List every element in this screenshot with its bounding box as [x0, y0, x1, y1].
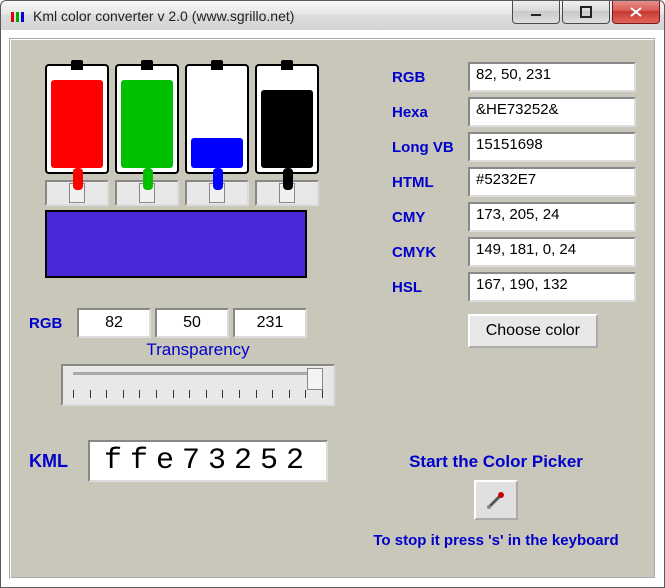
hexa-label: Hexa — [392, 97, 468, 127]
stop-picker-label: To stop it press 's' in the keyboard — [356, 532, 636, 549]
bottle-black — [255, 64, 319, 174]
fill-blue — [191, 138, 243, 168]
longvb-label: Long VB — [392, 132, 468, 162]
transparency-label: Transparency — [61, 340, 335, 360]
paint-bottles — [45, 64, 319, 278]
r-input[interactable]: 82 — [77, 308, 151, 338]
bottle-red — [45, 64, 109, 174]
close-icon — [629, 6, 643, 18]
g-input[interactable]: 50 — [155, 308, 229, 338]
eyedropper-icon — [485, 489, 507, 511]
rgb-value[interactable]: 82, 50, 231 — [468, 62, 636, 92]
cmyk-label: CMYK — [392, 237, 468, 267]
bottle-blue — [185, 64, 249, 174]
html-value[interactable]: #5232E7 — [468, 167, 636, 197]
cmy-value[interactable]: 173, 205, 24 — [468, 202, 636, 232]
cmy-label: CMY — [392, 202, 468, 232]
minimize-icon — [530, 6, 542, 18]
mix-preview — [45, 210, 307, 278]
maximize-icon — [580, 6, 592, 18]
hsl-value[interactable]: 167, 190, 132 — [468, 272, 636, 302]
choose-color-button[interactable]: Choose color — [468, 314, 598, 348]
fill-green — [121, 80, 173, 168]
app-icon — [9, 7, 27, 25]
fill-black — [261, 90, 313, 168]
hexa-value[interactable]: &HE73252& — [468, 97, 636, 127]
transparency-slider[interactable] — [61, 364, 335, 406]
color-picker-button[interactable] — [474, 480, 518, 520]
rgb-label: RGB — [392, 62, 468, 92]
minimize-button[interactable] — [512, 1, 560, 24]
longvb-value[interactable]: 15151698 — [468, 132, 636, 162]
transparency-thumb[interactable] — [307, 368, 323, 390]
html-label: HTML — [392, 167, 468, 197]
kml-value[interactable]: ffe73252 — [88, 440, 328, 482]
start-picker-label: Start the Color Picker — [356, 452, 636, 472]
fill-red — [51, 80, 103, 168]
rgb-inputs-label: RGB — [29, 315, 73, 332]
bottle-green — [115, 64, 179, 174]
window-title: Kml color converter v 2.0 (www.sgrillo.n… — [33, 8, 294, 24]
close-button[interactable] — [612, 1, 660, 24]
maximize-button[interactable] — [562, 1, 610, 24]
kml-label: KML — [29, 451, 68, 472]
cmyk-value[interactable]: 149, 181, 0, 24 — [468, 237, 636, 267]
hsl-label: HSL — [392, 272, 468, 302]
main-panel: RGB 82, 50, 231 Hexa &HE73252& Long VB 1… — [9, 38, 656, 579]
b-input[interactable]: 231 — [233, 308, 307, 338]
title-bar: Kml color converter v 2.0 (www.sgrillo.n… — [0, 0, 665, 32]
